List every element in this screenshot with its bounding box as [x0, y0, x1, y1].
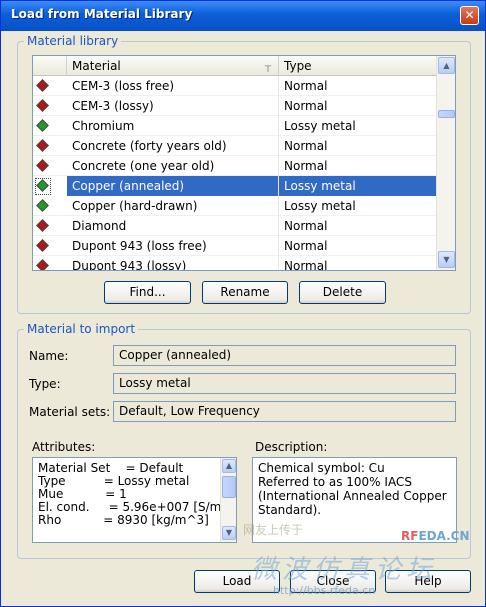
find-button[interactable]: Find...	[104, 281, 191, 304]
load-button[interactable]: Load	[194, 570, 280, 593]
material-sets-field: Default, Low Frequency	[113, 401, 456, 422]
title-bar[interactable]: Load from Material Library ✕	[1, 1, 485, 31]
row-indicator-cell	[33, 216, 67, 236]
material-name-cell: Chromium	[67, 116, 279, 136]
material-column-header[interactable]: Material ⊤	[67, 56, 279, 76]
row-indicator-cell	[33, 156, 67, 176]
table-row[interactable]: Diamond Normal	[33, 216, 436, 236]
material-type-cell: Lossy metal	[284, 119, 356, 133]
material-gem-icon	[36, 219, 49, 232]
material-gem-icon	[36, 239, 49, 252]
row-indicator-cell	[33, 196, 67, 216]
description-line: Chemical symbol: Cu	[258, 461, 385, 475]
material-column-label: Material	[72, 59, 121, 73]
table-header: Material ⊤ Type	[33, 56, 436, 76]
type-label: Type:	[29, 377, 61, 391]
attribute-line: Rho = 8930 [kg/m^3]	[38, 513, 209, 527]
table-row[interactable]: Copper (hard-drawn) Lossy metal	[33, 196, 436, 216]
rename-button[interactable]: Rename	[202, 281, 288, 304]
attributes-scroll-up-button[interactable]: ▲	[222, 459, 236, 473]
close-button[interactable]: Close	[290, 570, 376, 593]
row-indicator-cell	[33, 96, 67, 116]
material-gem-icon	[36, 159, 49, 172]
indicator-column-header[interactable]	[33, 56, 67, 76]
load-material-dialog: Load from Material Library ✕ Material li…	[0, 0, 486, 607]
table-row[interactable]: Dupont 943 (loss free) Normal	[33, 236, 436, 256]
row-indicator-cell	[33, 136, 67, 156]
attributes-scroll-thumb[interactable]	[222, 476, 236, 498]
row-indicator-cell	[33, 256, 67, 270]
material-type-cell: Normal	[284, 79, 328, 93]
material-gem-icon	[36, 99, 49, 112]
table-row[interactable]: Concrete (one year old) Normal	[33, 156, 436, 176]
table-row[interactable]: Copper (annealed) Lossy metal	[33, 176, 436, 196]
description-line: (International Annealed Copper	[258, 489, 447, 503]
material-type-cell: Normal	[284, 99, 328, 113]
material-name-cell: Copper (hard-drawn)	[67, 196, 279, 216]
material-name-cell: CEM-3 (loss free)	[67, 76, 279, 96]
description-textarea[interactable]: Chemical symbol: Cu Referred to as 100% …	[252, 457, 457, 543]
material-name-cell: Dupont 943 (lossy)	[67, 256, 279, 270]
table-vertical-scrollbar[interactable]: ▲ ▼	[436, 56, 455, 270]
description-label: Description:	[255, 440, 328, 454]
close-icon: ✕	[464, 8, 475, 22]
material-gem-icon	[36, 139, 49, 152]
table-row[interactable]: Chromium Lossy metal	[33, 116, 436, 136]
delete-button[interactable]: Delete	[299, 281, 386, 304]
scroll-down-button[interactable]: ▼	[438, 251, 455, 268]
close-window-button[interactable]: ✕	[460, 6, 479, 25]
material-type-cell: Lossy metal	[279, 176, 436, 196]
table-row[interactable]: Concrete (forty years old) Normal	[33, 136, 436, 156]
material-name-cell: Copper (annealed)	[67, 176, 279, 196]
attributes-scroll-down-button[interactable]: ▼	[222, 526, 236, 540]
table-row[interactable]: CEM-3 (lossy) Normal	[33, 96, 436, 116]
row-indicator-cell	[33, 76, 67, 96]
table-row[interactable]: Dupont 943 (lossy) Normal	[33, 256, 436, 271]
material-type-cell: Lossy metal	[284, 199, 356, 213]
attributes-textarea[interactable]: Material Set = Default Type = Lossy meta…	[32, 457, 237, 543]
material-gem-icon	[36, 259, 49, 270]
name-label: Name:	[29, 349, 69, 363]
material-name-cell: Diamond	[67, 216, 279, 236]
type-column-label: Type	[284, 59, 312, 73]
material-type-cell: Normal	[284, 259, 328, 271]
type-field: Lossy metal	[113, 373, 456, 394]
material-type-cell: Normal	[284, 219, 328, 233]
attributes-scrollbar[interactable]: ▲ ▼	[220, 458, 236, 542]
material-gem-icon	[36, 199, 49, 212]
scroll-thumb[interactable]	[438, 110, 455, 118]
material-gem-icon	[36, 119, 49, 132]
row-indicator-cell	[33, 116, 67, 136]
row-indicator-cell	[33, 176, 67, 196]
material-type-cell: Normal	[284, 139, 328, 153]
row-indicator-cell	[33, 236, 67, 256]
material-gem-icon	[36, 79, 49, 92]
material-name-cell: Dupont 943 (loss free)	[67, 236, 279, 256]
name-field: Copper (annealed)	[113, 345, 456, 366]
table-row[interactable]: CEM-3 (loss free) Normal	[33, 76, 436, 96]
type-column-header[interactable]: Type	[279, 56, 436, 76]
material-to-import-legend: Material to import	[24, 322, 139, 336]
material-name-cell: Concrete (one year old)	[67, 156, 279, 176]
material-sets-label: Material sets:	[29, 405, 111, 419]
material-name-cell: Concrete (forty years old)	[67, 136, 279, 156]
material-name-cell: CEM-3 (lossy)	[67, 96, 279, 116]
material-library-legend: Material library	[24, 34, 122, 48]
material-gem-icon	[36, 179, 49, 192]
material-type-cell: Normal	[284, 239, 328, 253]
attributes-label: Attributes:	[32, 440, 96, 454]
help-button[interactable]: Help	[385, 570, 471, 593]
material-table[interactable]: Material ⊤ Type CEM-3 (loss free) Normal C…	[32, 55, 456, 271]
description-line: Standard).	[258, 503, 322, 517]
description-line: Referred to as 100% IACS	[258, 475, 412, 489]
window-title: Load from Material Library	[11, 7, 193, 21]
scroll-up-button[interactable]: ▲	[438, 57, 455, 74]
material-type-cell: Normal	[284, 159, 328, 173]
